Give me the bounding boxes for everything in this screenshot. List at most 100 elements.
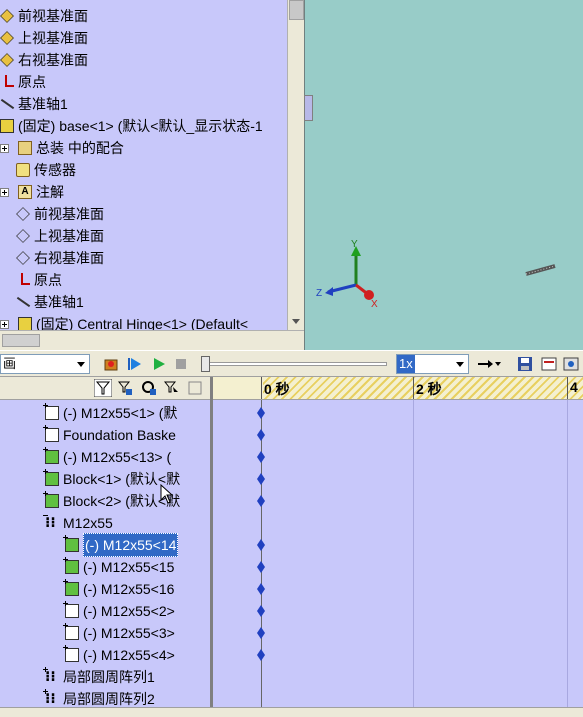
horizontal-scrollbar[interactable] bbox=[0, 330, 304, 350]
grid-line bbox=[413, 400, 414, 707]
tree-item-label: 基准轴1 bbox=[34, 294, 84, 310]
keyframe-marker[interactable] bbox=[257, 451, 265, 463]
keyframe-marker[interactable] bbox=[257, 649, 265, 661]
expand-icon[interactable] bbox=[0, 319, 9, 329]
filter-drive-icon[interactable] bbox=[140, 379, 158, 397]
tree-item[interactable]: (-) M12x55<15 bbox=[62, 556, 174, 578]
panel-collapse-handle[interactable] bbox=[304, 95, 313, 121]
playback-slider-thumb[interactable] bbox=[201, 356, 210, 372]
part-icon bbox=[65, 626, 79, 640]
part-icon-green bbox=[65, 538, 79, 552]
tree-item[interactable]: (-) M12x55<13> ( bbox=[42, 446, 171, 468]
scrollbar-thumb[interactable] bbox=[2, 334, 40, 347]
x-axis-line bbox=[355, 283, 370, 297]
animation-wizard-icon[interactable] bbox=[540, 355, 558, 373]
tree-item[interactable]: (-) M12x55<3> bbox=[62, 622, 175, 644]
tree-item-label: (-) M12x55<3> bbox=[83, 625, 175, 641]
stop-icon[interactable] bbox=[172, 355, 190, 373]
tree-item-top-plane[interactable]: 上视基准面 bbox=[0, 27, 88, 49]
tree-item[interactable]: (-) M12x55<14 bbox=[62, 533, 179, 557]
tree-item[interactable]: (-) M12x55<1> (默 bbox=[42, 402, 177, 424]
pattern-icon bbox=[45, 511, 59, 533]
coordinate-triad: Y Z X bbox=[316, 239, 378, 308]
horizontal-scrollbar[interactable] bbox=[0, 707, 583, 717]
tree-item-front-plane[interactable]: 前视基准面 bbox=[0, 5, 88, 27]
tree-item-label: (固定) Central Hinge<1> (Default< bbox=[36, 316, 249, 330]
tree-item-sensors[interactable]: 传感器 bbox=[16, 159, 76, 181]
scroll-down-icon[interactable] bbox=[292, 319, 300, 324]
playback-mode-icon[interactable] bbox=[476, 355, 502, 373]
keyframe-marker[interactable] bbox=[257, 583, 265, 595]
plane-icon bbox=[0, 31, 14, 45]
y-axis-label: Y bbox=[351, 239, 358, 250]
filter-icon[interactable] bbox=[94, 379, 112, 397]
tree-item-label: 局部圆周阵列1 bbox=[63, 669, 155, 685]
tick-label: 2 秒 bbox=[416, 381, 442, 397]
pattern-icon bbox=[45, 665, 59, 687]
plane-icon bbox=[16, 229, 30, 243]
calculate-icon[interactable] bbox=[102, 355, 120, 373]
keyframe-marker[interactable] bbox=[257, 495, 265, 507]
filter-results-icon[interactable] bbox=[186, 379, 204, 397]
mates-folder-icon bbox=[18, 141, 32, 155]
tree-item[interactable]: (-) M12x55<16 bbox=[62, 578, 174, 600]
play-from-start-icon[interactable] bbox=[126, 355, 144, 373]
plane-icon bbox=[16, 251, 30, 265]
part-icon bbox=[45, 428, 59, 442]
tree-item-label: (-) M12x55<2> bbox=[83, 603, 175, 619]
tree-item-origin[interactable]: 原点 bbox=[0, 71, 46, 93]
tree-item[interactable]: (-) M12x55<2> bbox=[62, 600, 175, 622]
tree-item-axis1[interactable]: 基准轴1 bbox=[0, 93, 68, 115]
keyframe-marker[interactable] bbox=[257, 561, 265, 573]
tree-item-central-hinge[interactable]: (固定) Central Hinge<1> (Default< bbox=[0, 313, 248, 330]
tree-item-label: 原点 bbox=[34, 272, 62, 288]
tree-item[interactable]: 局部圆周阵列1 bbox=[42, 665, 155, 688]
motion-icon[interactable] bbox=[562, 355, 580, 373]
tree-item[interactable]: 局部圆周阵列2 bbox=[42, 687, 155, 709]
part-icon-green bbox=[45, 450, 59, 464]
keyframe-marker[interactable] bbox=[257, 407, 265, 419]
tree-item[interactable]: Foundation Baske bbox=[42, 424, 176, 446]
tree-item-axis1[interactable]: 基准轴1 bbox=[16, 291, 84, 313]
keyframe-marker[interactable] bbox=[257, 429, 265, 441]
tick-line bbox=[261, 377, 262, 399]
tree-item-label: Foundation Baske bbox=[63, 427, 176, 443]
timeline-header[interactable]: 0 秒 2 秒 4 bbox=[213, 377, 583, 400]
plane-icon bbox=[16, 207, 30, 221]
keyframe-marker[interactable] bbox=[257, 627, 265, 639]
tree-item-label: 前视基准面 bbox=[18, 8, 88, 24]
keyframe-marker[interactable] bbox=[257, 605, 265, 617]
keyframe-marker[interactable] bbox=[257, 539, 265, 551]
filter-animated-icon[interactable] bbox=[116, 379, 134, 397]
keyframe-marker[interactable] bbox=[257, 473, 265, 485]
scrollbar-thumb[interactable] bbox=[289, 0, 304, 20]
tree-item[interactable]: (-) M12x55<4> bbox=[62, 644, 175, 666]
tick-line bbox=[567, 377, 568, 399]
filter-selected-icon[interactable] bbox=[162, 379, 180, 397]
expand-icon[interactable] bbox=[0, 143, 9, 153]
study-type-select[interactable]: 画 bbox=[0, 354, 90, 374]
part-icon-green bbox=[45, 472, 59, 486]
tree-item-right-plane[interactable]: 右视基准面 bbox=[0, 49, 88, 71]
play-icon[interactable] bbox=[150, 355, 168, 373]
tree-item-annotations[interactable]: A 注解 bbox=[0, 181, 64, 203]
tree-item-right-plane[interactable]: 右视基准面 bbox=[16, 247, 104, 269]
timeline-body[interactable] bbox=[213, 400, 583, 707]
save-animation-icon[interactable] bbox=[516, 355, 534, 373]
tree-item-front-plane[interactable]: 前视基准面 bbox=[16, 203, 104, 225]
tree-item-mates[interactable]: 总装 中的配合 bbox=[0, 137, 124, 159]
playback-slider-track[interactable] bbox=[205, 362, 387, 366]
tree-item-label: 上视基准面 bbox=[34, 228, 104, 244]
tree-item-origin[interactable]: 原点 bbox=[16, 269, 62, 291]
expand-icon[interactable] bbox=[0, 187, 9, 197]
plane-icon bbox=[0, 53, 14, 67]
tree-item-base-part[interactable]: (固定) base<1> (默认<默认_显示状态-1 bbox=[0, 115, 263, 137]
tree-item-label: 前视基准面 bbox=[34, 206, 104, 222]
tree-item-label: 上视基准面 bbox=[18, 30, 88, 46]
playback-speed-select[interactable]: 1x bbox=[396, 354, 469, 374]
vertical-scrollbar[interactable] bbox=[287, 0, 304, 330]
bolt-model[interactable] bbox=[523, 263, 558, 277]
tree-item-top-plane[interactable]: 上视基准面 bbox=[16, 225, 104, 247]
tree-item-label: 传感器 bbox=[34, 162, 76, 178]
tree-item[interactable]: M12x55 bbox=[42, 511, 113, 534]
